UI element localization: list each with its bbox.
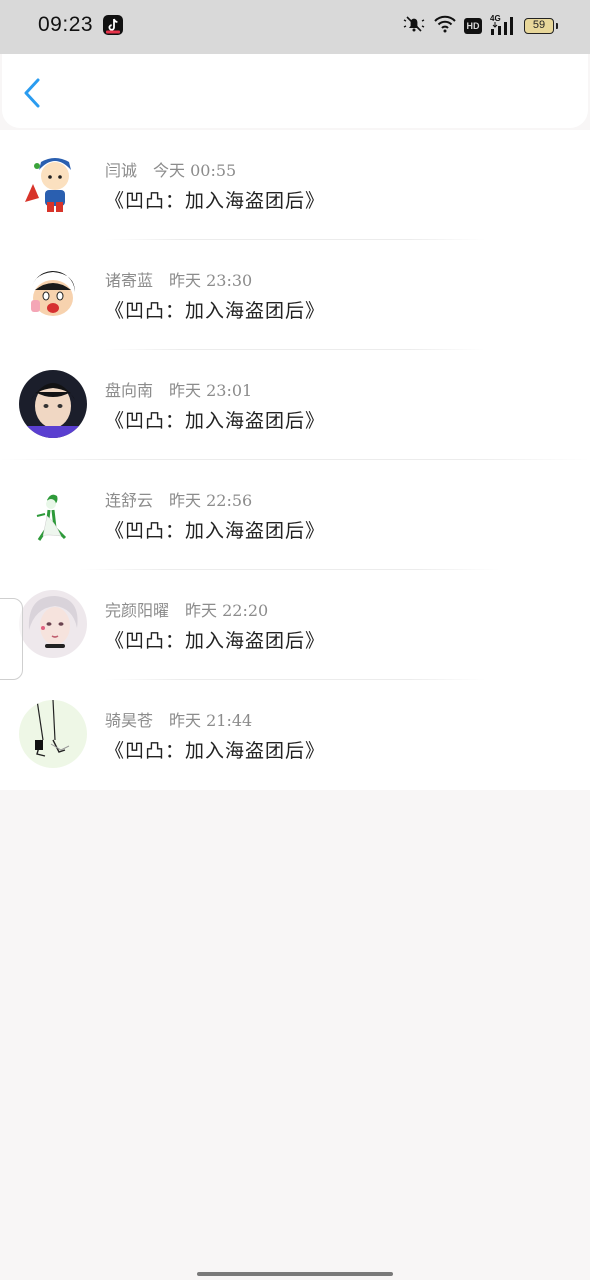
list-item[interactable]: 闫诚 今天 00:55 《凹凸：加入海盗团后》: [0, 130, 590, 240]
message-time: 今天 00:55: [153, 161, 237, 180]
message-meta: 连舒云 昨天 22:56: [105, 487, 252, 511]
tiktok-icon: [103, 15, 123, 35]
list-item[interactable]: 诸寄蓝 昨天 23:30 《凹凸：加入海盗团后》: [0, 240, 590, 350]
sender-name: 闫诚: [105, 161, 138, 180]
message-text: 《凹凸：加入海盗团后》: [105, 630, 326, 652]
message-time: 昨天 23:30: [169, 271, 253, 290]
message-meta: 盘向南 昨天 23:01: [105, 377, 252, 401]
message-time: 昨天 21:44: [169, 711, 253, 730]
message-text: 《凹凸：加入海盗团后》: [105, 520, 326, 542]
avatar[interactable]: [19, 370, 87, 438]
battery-indicator: 59: [524, 18, 558, 34]
back-button[interactable]: [18, 76, 48, 110]
avatar[interactable]: [19, 480, 87, 548]
avatar[interactable]: [19, 590, 87, 658]
message-time: 昨天 22:20: [185, 601, 269, 620]
message-text: 《凹凸：加入海盗团后》: [105, 300, 326, 322]
status-time: 09:23: [38, 13, 94, 36]
message-text: 《凹凸：加入海盗团后》: [105, 190, 326, 212]
hd-badge: HD: [464, 18, 482, 34]
message-meta: 完颜阳曜 昨天 22:20: [105, 597, 268, 621]
message-list: 闫诚 今天 00:55 《凹凸：加入海盗团后》 诸寄蓝 昨天 23:30 《凹凸：加…: [0, 130, 590, 790]
sender-name: 盘向南: [105, 381, 154, 400]
list-item[interactable]: 骑昊苍 昨天 21:44 《凹凸：加入海盗团后》: [0, 680, 590, 790]
mute-bell-icon: [402, 14, 426, 38]
status-icons: HD 4G 59: [402, 14, 558, 38]
status-bar: 09:23 HD 4G 59: [0, 0, 590, 54]
list-item[interactable]: 盘向南 昨天 23:01 《凹凸：加入海盗团后》: [0, 350, 590, 460]
avatar[interactable]: [19, 260, 87, 328]
avatar[interactable]: [19, 700, 87, 768]
list-item[interactable]: 连舒云 昨天 22:56 《凹凸：加入海盗团后》: [0, 460, 590, 570]
chevron-left-icon: [24, 78, 40, 108]
sender-name: 连舒云: [105, 491, 154, 510]
message-time: 昨天 22:56: [169, 491, 253, 510]
sender-name: 诸寄蓝: [105, 271, 154, 290]
sender-name: 骑昊苍: [105, 711, 154, 730]
avatar[interactable]: [19, 150, 87, 218]
message-meta: 骑昊苍 昨天 21:44: [105, 707, 252, 731]
home-indicator[interactable]: [197, 1272, 393, 1276]
side-drawer-handle[interactable]: [0, 598, 23, 680]
message-meta: 闫诚 今天 00:55: [105, 157, 236, 181]
message-text: 《凹凸：加入海盗团后》: [105, 410, 326, 432]
sender-name: 完颜阳曜: [105, 601, 170, 620]
message-meta: 诸寄蓝 昨天 23:30: [105, 267, 252, 291]
list-item[interactable]: 完颜阳曜 昨天 22:20 《凹凸：加入海盗团后》: [0, 570, 590, 680]
message-time: 昨天 23:01: [169, 381, 253, 400]
nav-header: [2, 54, 588, 128]
message-text: 《凹凸：加入海盗团后》: [105, 740, 326, 762]
wifi-icon: [434, 15, 456, 37]
signal-icon: 4G: [490, 14, 516, 36]
